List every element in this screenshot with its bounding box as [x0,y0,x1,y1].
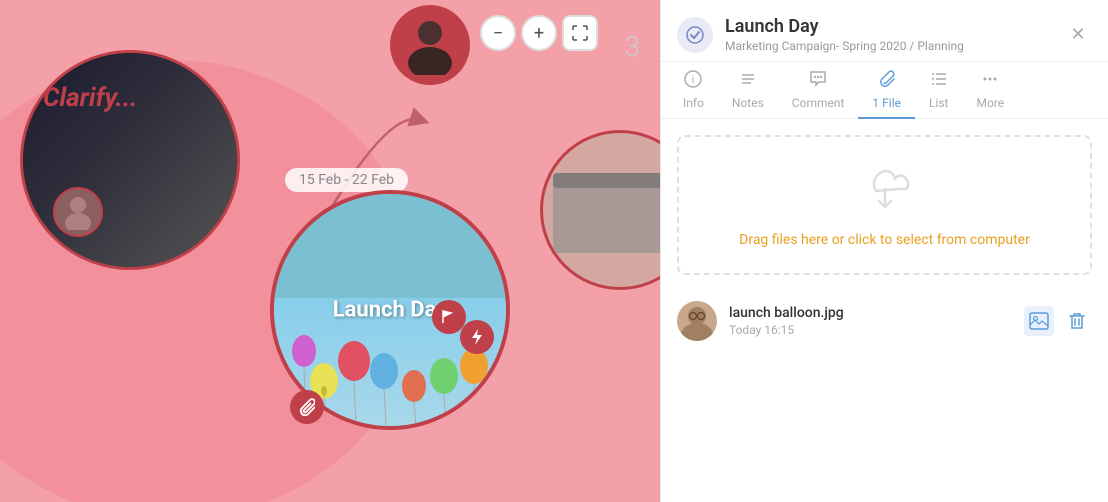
canvas-area: Clarify... − + [0,0,660,502]
tab-list[interactable]: List [915,62,963,118]
file-name: launch balloon.jpg [729,305,1012,321]
panel-header: Launch Day Marketing Campaign- Spring 20… [661,0,1108,62]
tab-more-label: More [976,96,1004,110]
panel-title-area: Launch Day Marketing Campaign- Spring 20… [725,16,1052,53]
list-icon [930,70,948,93]
tab-comment[interactable]: Comment [778,62,859,118]
file-actions [1024,306,1092,336]
check-circle[interactable] [677,17,713,53]
tab-bar: i Info Notes [661,62,1108,119]
file-info: launch balloon.jpg Today 16:15 [729,305,1012,337]
launch-day-label: Launch Day [333,298,448,323]
attachment-icon[interactable] [290,390,324,424]
drop-zone-text: Drag files here or click to select from … [739,231,1030,251]
file-preview-button[interactable] [1024,306,1054,336]
date-range-label: 15 Feb - 22 Feb [285,168,408,192]
clarify-circle[interactable]: Clarify... [20,50,240,270]
file-icon [878,70,896,93]
top-avatar-circle [390,5,470,85]
info-icon: i [684,70,702,93]
tab-notes[interactable]: Notes [718,62,778,118]
file-drop-zone[interactable]: Drag files here or click to select from … [677,135,1092,275]
tab-info[interactable]: i Info [669,62,718,118]
file-delete-button[interactable] [1062,306,1092,336]
tab-file[interactable]: 1 File [858,62,915,118]
file-date: Today 16:15 [729,323,1012,337]
zoom-expand-button[interactable] [562,15,598,51]
more-icon [981,70,999,93]
avatar-clarify [53,187,103,237]
panel-title: Launch Day [725,16,1052,37]
zoom-plus-button[interactable]: + [521,15,557,51]
clarify-label: Clarify... [43,83,137,113]
badge-number: 3 [624,30,640,63]
close-button[interactable]: ✕ [1064,21,1092,49]
bolt-icon[interactable] [460,320,494,354]
svg-text:i: i [692,75,694,86]
file-item: launch balloon.jpg Today 16:15 [661,291,1108,351]
zoom-controls[interactable]: − + [480,15,598,51]
tab-comment-label: Comment [792,96,845,110]
tab-more[interactable]: More [962,62,1018,118]
zoom-minus-button[interactable]: − [480,15,516,51]
notes-icon [739,70,757,93]
comment-icon [809,70,827,93]
tab-file-label: 1 File [872,96,901,110]
tab-info-label: Info [683,96,704,110]
tab-list-label: List [929,96,949,110]
right-circle [540,130,660,290]
tab-notes-label: Notes [732,96,764,110]
drop-zone-icon [860,159,910,223]
file-user-avatar [677,301,717,341]
right-panel: Launch Day Marketing Campaign- Spring 20… [660,0,1108,502]
launch-upper-bg [274,194,506,298]
panel-subtitle: Marketing Campaign- Spring 2020 / Planni… [725,39,1052,53]
